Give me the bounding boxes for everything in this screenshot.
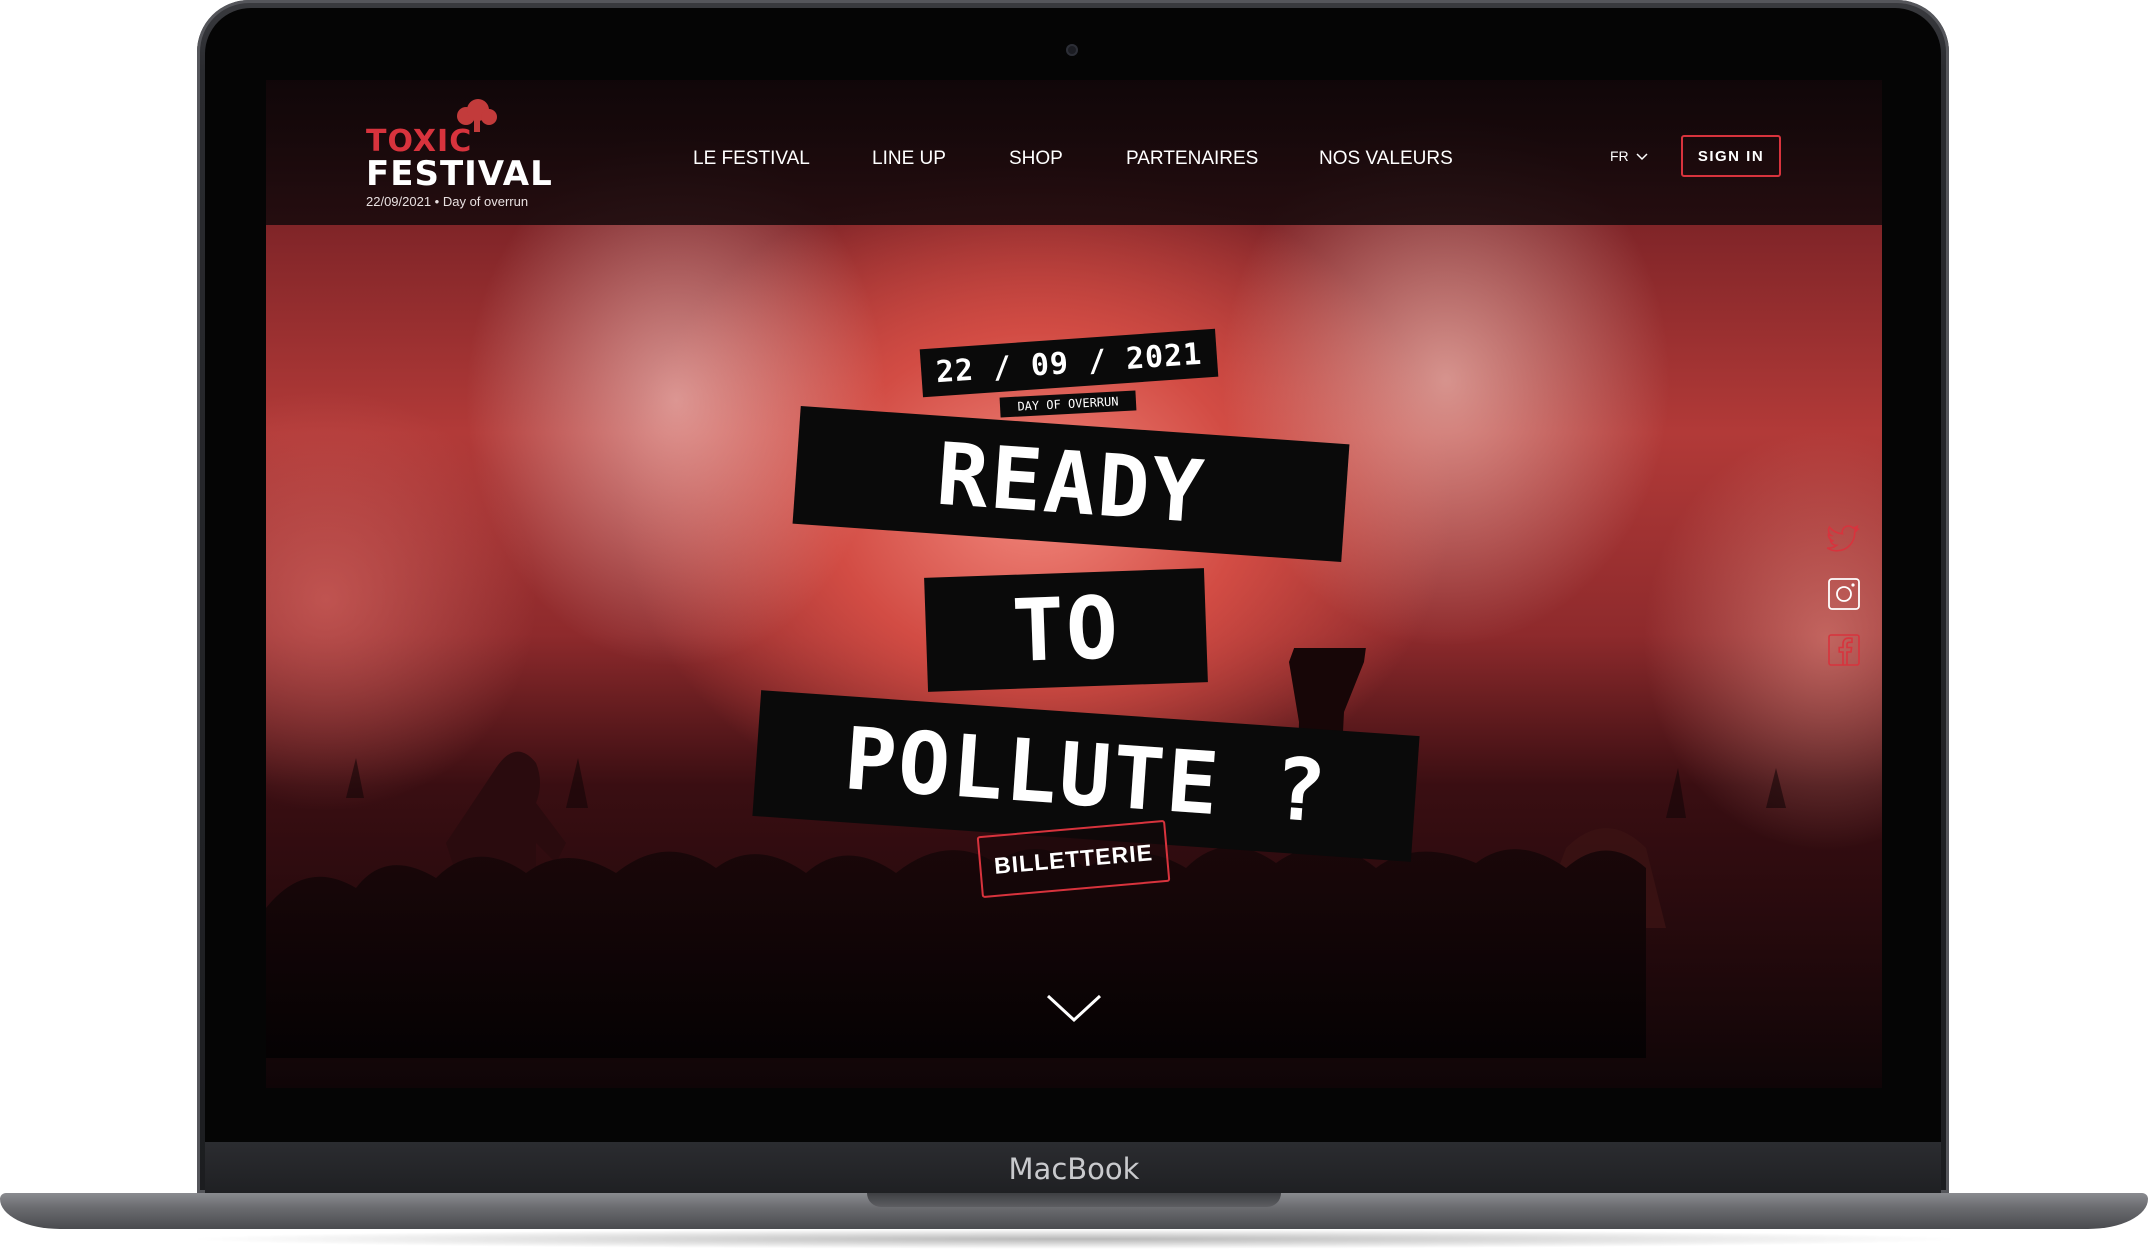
festival-logo[interactable]: TOXIC FESTIVAL 22/09/2021 • Day of overr… — [366, 99, 566, 212]
hero-line-to: TO — [924, 568, 1208, 692]
scroll-down-chevron-icon[interactable] — [1044, 988, 1104, 1028]
language-selector[interactable]: FR — [1610, 148, 1648, 164]
facebook-icon[interactable] — [1826, 632, 1862, 668]
twitter-icon[interactable] — [1826, 520, 1862, 556]
nav-nos-valeurs[interactable]: NOS VALEURS — [1319, 148, 1453, 170]
website-screen: TOXIC FESTIVAL 22/09/2021 • Day of overr… — [266, 80, 1882, 1088]
logo-festival: FESTIVAL — [366, 154, 553, 194]
logo-subtitle: 22/09/2021 • Day of overrun — [366, 194, 529, 209]
sign-in-button[interactable]: SIGN IN — [1681, 135, 1781, 177]
language-label: FR — [1610, 148, 1629, 164]
site-header: TOXIC FESTIVAL 22/09/2021 • Day of overr… — [266, 80, 1882, 225]
camera-icon — [1066, 44, 1078, 56]
laptop-notch — [867, 1193, 1281, 1207]
nav-le-festival[interactable]: LE FESTIVAL — [693, 148, 810, 170]
device-brand: MacBook — [1008, 1152, 1140, 1186]
nav-partenaires[interactable]: PARTENAIRES — [1126, 148, 1258, 170]
nav-shop[interactable]: SHOP — [1009, 148, 1063, 170]
chevron-down-icon — [1636, 153, 1648, 161]
nav-line-up[interactable]: LINE UP — [872, 148, 946, 170]
laptop-shadow — [180, 1229, 1968, 1249]
instagram-icon[interactable] — [1826, 576, 1862, 612]
